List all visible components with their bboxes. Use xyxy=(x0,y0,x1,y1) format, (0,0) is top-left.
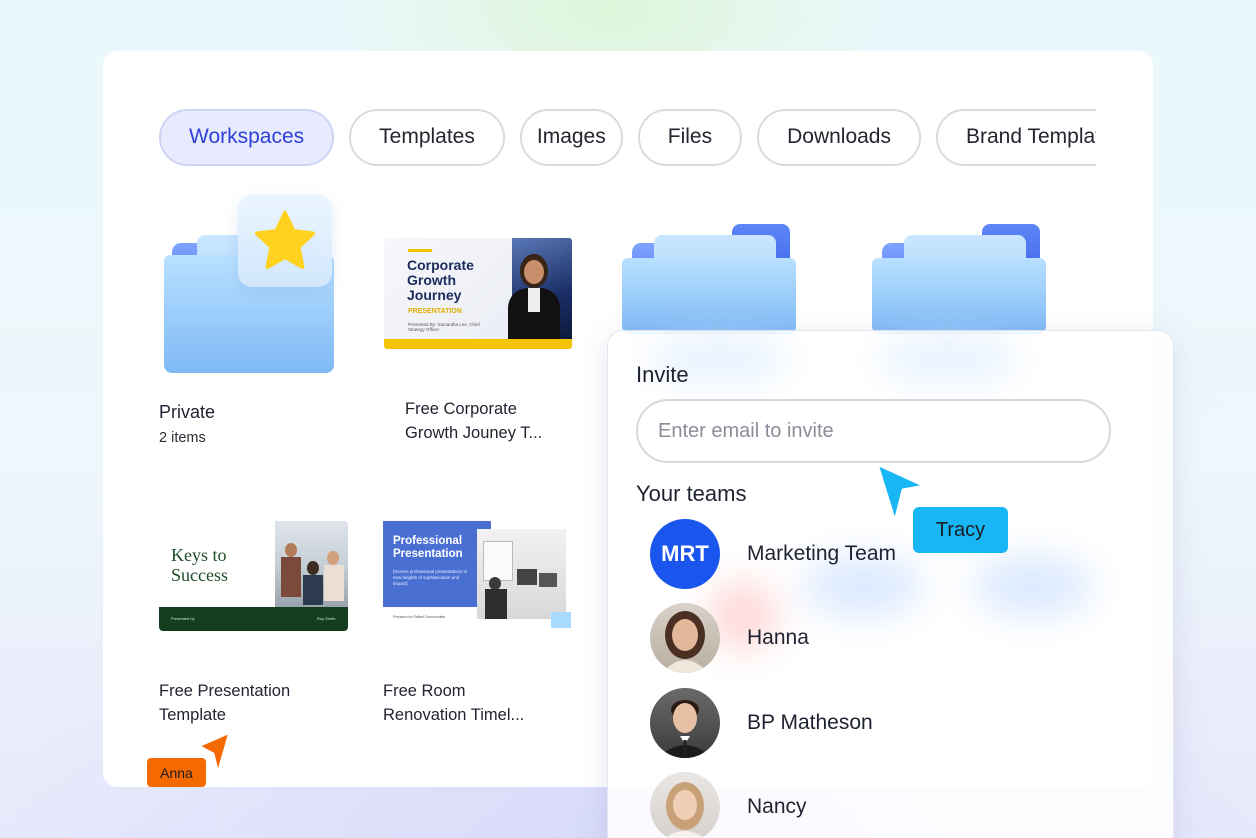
keys-thumb-footer-right: Roy Smith xyxy=(317,616,336,621)
keys-thumb-footer-left: Presented by xyxy=(171,616,195,621)
bp-matheson-avatar xyxy=(650,688,720,758)
keys-thumb-title: Keys to Success xyxy=(171,545,228,585)
room-thumb-text: [Screen professional presentations to ne… xyxy=(393,569,468,586)
email-invite-input[interactable] xyxy=(636,399,1111,463)
your-teams-title: Your teams xyxy=(636,481,747,506)
member-name: Nancy xyxy=(747,795,807,818)
tab-workspaces[interactable]: Workspaces xyxy=(159,108,335,166)
marketing-team-avatar: MRT xyxy=(650,519,720,589)
room-renovation-thumbnail[interactable]: Professional Presentation [Screen profes… xyxy=(383,521,571,628)
corporate-template-label-line2: Growth Jouney T... xyxy=(405,424,543,442)
team-member-nancy[interactable]: Nancy xyxy=(650,772,1110,838)
team-member-bp-matheson[interactable]: BP Matheson xyxy=(650,688,1110,758)
room-renovation-label-line1: Free Room xyxy=(383,682,466,700)
presentation-template-label-line1: Free Presentation xyxy=(159,682,291,700)
favorite-star-icon xyxy=(238,195,332,287)
tracy-cursor-label: Tracy xyxy=(913,507,1008,553)
team-member-hanna[interactable]: Hanna xyxy=(650,603,1110,673)
room-thumb-title: Professional Presentation xyxy=(393,535,463,560)
corporate-thumb-presenter: Presented By: Samantha Lee, Chief Strate… xyxy=(408,322,480,332)
tab-files[interactable]: Files xyxy=(637,108,743,166)
corporate-growth-thumbnail[interactable]: Corporate Growth Journey PRESENTATION Pr… xyxy=(384,238,572,349)
invite-title: Invite xyxy=(636,362,689,387)
room-thumb-footer: Prepared for Rafted Communities xyxy=(393,615,446,619)
corporate-thumb-subtitle: PRESENTATION xyxy=(408,308,462,315)
folder-icon[interactable] xyxy=(872,224,1048,334)
private-folder-label: Private xyxy=(159,402,216,422)
presentation-template-label-line2: Template xyxy=(159,706,226,724)
keys-to-success-thumbnail[interactable]: Keys to Success Presented by Roy Smith xyxy=(159,521,348,631)
anna-cursor-label: Anna xyxy=(147,758,206,787)
category-tabs: Workspaces Templates Images Files Downlo… xyxy=(159,108,1096,166)
member-name: Hanna xyxy=(747,626,809,649)
member-name: Marketing Team xyxy=(747,542,897,565)
tab-images[interactable]: Images xyxy=(519,108,623,166)
corporate-template-label-line1: Free Corporate xyxy=(405,400,517,418)
tab-downloads[interactable]: Downloads xyxy=(757,108,921,166)
private-folder-count: 2 items xyxy=(159,430,206,446)
tab-templates[interactable]: Templates xyxy=(349,108,505,166)
room-renovation-label-line2: Renovation Timel... xyxy=(383,706,525,724)
folder-icon[interactable] xyxy=(622,224,798,334)
hanna-avatar xyxy=(650,603,720,673)
nancy-avatar xyxy=(650,772,720,838)
corporate-thumb-title: Corporate Growth Journey xyxy=(407,257,474,303)
tab-brand-templates[interactable]: Brand Templates xyxy=(936,108,1096,166)
member-name: BP Matheson xyxy=(747,711,873,734)
